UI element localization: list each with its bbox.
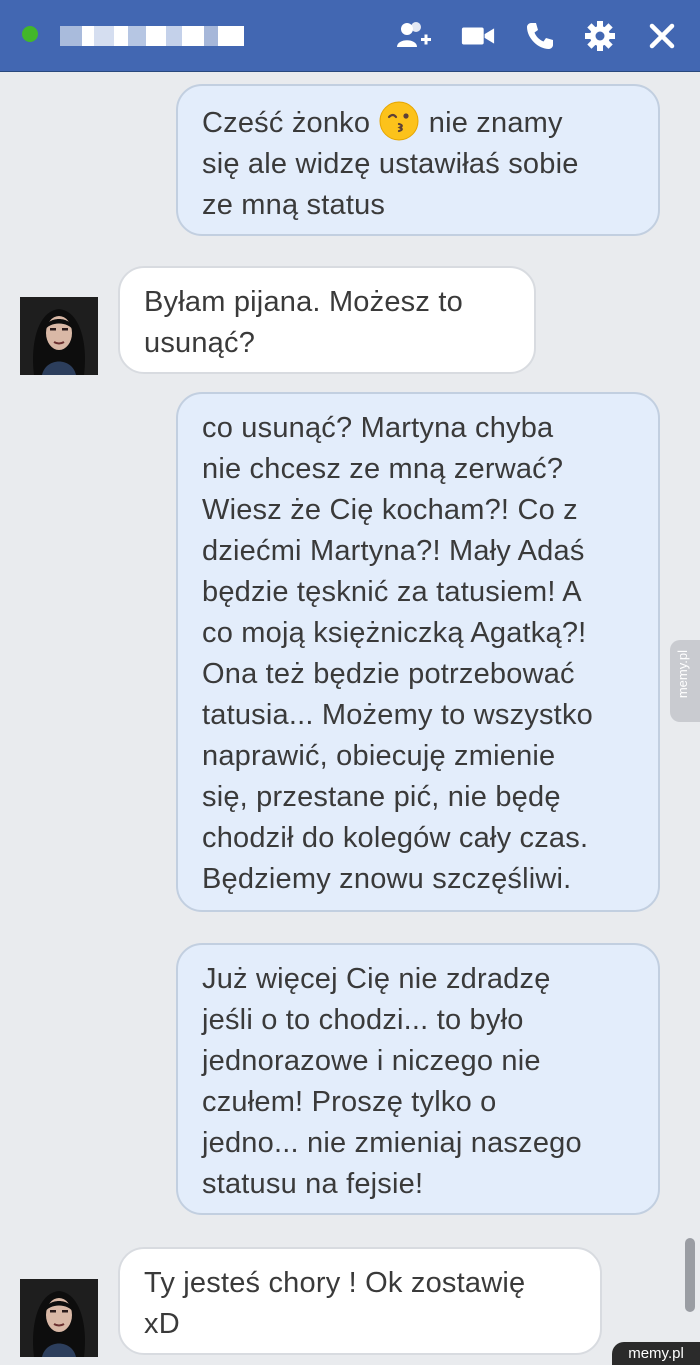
message-text: Byłam pijana. Możesz to usunąć? <box>144 286 463 359</box>
outgoing-message: Już więcej Cię nie zdradzę jeśli o to ch… <box>176 943 660 1215</box>
gear-icon[interactable] <box>582 18 618 54</box>
side-tab-label: memy.pl <box>675 650 690 699</box>
side-tab[interactable]: memy.pl <box>670 640 700 722</box>
message-text: co usunąć? Martyna chyba nie chcesz ze m… <box>202 412 593 895</box>
avatar[interactable] <box>20 1279 98 1357</box>
outgoing-message: co usunąć? Martyna chyba nie chcesz ze m… <box>176 392 660 912</box>
add-person-icon[interactable] <box>396 18 432 54</box>
incoming-message: Byłam pijana. Możesz to usunąć? <box>118 266 536 374</box>
scrollbar[interactable] <box>685 1238 695 1312</box>
incoming-message: Ty jesteś chory ! Ok zostawię xD <box>118 1247 602 1355</box>
outgoing-message: Cześć żonko nie znamy się ale widzę usta… <box>176 84 660 236</box>
online-status-dot <box>22 26 38 42</box>
message-text: Już więcej Cię nie zdradzę jeśli o to ch… <box>202 963 582 1200</box>
watermark: memy.pl <box>612 1342 700 1365</box>
chat-header <box>0 0 700 72</box>
message-text: Cześć żonko <box>202 107 379 139</box>
kissing-face-emoji <box>378 100 420 142</box>
message-text: Ty jesteś chory ! Ok zostawię xD <box>144 1267 526 1340</box>
video-call-icon[interactable] <box>460 18 496 54</box>
avatar[interactable] <box>20 297 98 375</box>
close-icon[interactable] <box>644 18 680 54</box>
contact-name-pixelated[interactable] <box>60 26 244 46</box>
phone-icon[interactable] <box>522 18 558 54</box>
